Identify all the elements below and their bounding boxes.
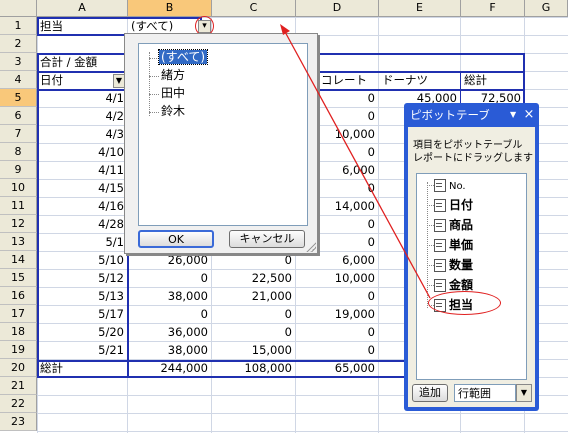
annotation-arrow-line <box>283 29 431 299</box>
annotation-arrow <box>280 24 431 299</box>
annotation-arrowhead <box>280 24 290 35</box>
